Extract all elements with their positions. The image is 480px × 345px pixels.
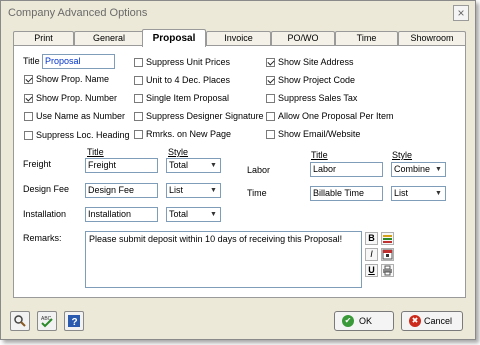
show-prop-number-label: Show Prop. Number xyxy=(36,93,118,103)
suppress-designer-signature-label: Suppress Designer Signature xyxy=(146,111,264,121)
suppress-unit-prices-label: Suppress Unit Prices xyxy=(146,57,231,67)
allow-one-proposal-checkbox[interactable] xyxy=(266,112,275,121)
time-label: Time xyxy=(247,188,267,198)
help-icon: ? xyxy=(68,315,80,328)
design-fee-style-select[interactable]: List ▼ xyxy=(166,183,221,198)
suppress-loc-heading-label: Suppress Loc. Heading xyxy=(36,130,130,140)
ok-button-label: OK xyxy=(359,316,373,326)
suppress-sales-tax-checkbox[interactable] xyxy=(266,94,275,103)
cancel-x-icon: ✖ xyxy=(409,315,421,327)
spellcheck-button[interactable]: ABC xyxy=(37,311,57,331)
chevron-down-icon: ▼ xyxy=(435,166,442,173)
calendar-icon xyxy=(382,249,393,260)
time-style-select[interactable]: List ▼ xyxy=(391,186,446,201)
italic-button[interactable]: I xyxy=(365,248,378,261)
time-title-input[interactable]: Billable Time xyxy=(310,186,383,201)
show-prop-name-label: Show Prop. Name xyxy=(36,74,110,84)
show-email-website-checkbox[interactable] xyxy=(266,130,275,139)
show-project-code-label: Show Project Code xyxy=(278,75,356,85)
labor-style-select[interactable]: Combine ▼ xyxy=(391,162,446,177)
bold-button[interactable]: B xyxy=(365,232,378,245)
installation-title-input[interactable]: Installation xyxy=(85,207,158,222)
search-button[interactable] xyxy=(10,311,30,331)
window-title: Company Advanced Options xyxy=(8,7,148,19)
installation-style-value: Total xyxy=(169,209,189,219)
cancel-button-label: Cancel xyxy=(424,316,453,326)
proposal-title-input[interactable]: Proposal xyxy=(42,54,115,69)
design-fee-label: Design Fee xyxy=(23,184,70,194)
ok-check-icon: ✔ xyxy=(342,315,354,327)
underline-button[interactable]: U xyxy=(365,264,378,277)
color-lines-button[interactable] xyxy=(381,232,394,245)
tab-invoice[interactable]: Invoice xyxy=(206,31,271,45)
show-prop-name-checkbox[interactable] xyxy=(24,75,33,84)
labor-label: Labor xyxy=(247,165,271,175)
show-email-website-label: Show Email/Website xyxy=(278,129,361,139)
tab-po-wo[interactable]: PO/WO xyxy=(271,31,335,45)
time-style-value: List xyxy=(394,188,409,198)
chevron-down-icon: ▼ xyxy=(210,162,217,169)
freight-label: Freight xyxy=(23,159,52,169)
chevron-down-icon: ▼ xyxy=(210,211,217,218)
rmrks-new-page-checkbox[interactable] xyxy=(134,130,143,139)
chevron-down-icon: ▼ xyxy=(210,187,217,194)
left-title-column-header: Title xyxy=(87,147,104,157)
right-style-column-header: Style xyxy=(392,150,413,160)
rmrks-new-page-label: Rmrks. on New Page xyxy=(146,129,232,139)
freight-style-value: Total xyxy=(169,160,189,170)
right-title-column-header: Title xyxy=(311,150,328,160)
remarks-textarea[interactable]: Please submit deposit within 10 days of … xyxy=(85,231,362,288)
chevron-down-icon: ▼ xyxy=(435,190,442,197)
installation-style-select[interactable]: Total ▼ xyxy=(166,207,221,222)
show-site-address-label: Show Site Address xyxy=(278,57,354,67)
freight-style-select[interactable]: Total ▼ xyxy=(166,158,221,173)
unit-to-4-dec-label: Unit to 4 Dec. Places xyxy=(146,75,231,85)
tab-showroom[interactable]: Showroom xyxy=(398,31,466,45)
suppress-unit-prices-checkbox[interactable] xyxy=(134,58,143,67)
dialog-window: Company Advanced Options × Print General… xyxy=(0,0,476,340)
tab-general[interactable]: General xyxy=(74,31,144,45)
single-item-proposal-label: Single Item Proposal xyxy=(146,93,230,103)
labor-title-input[interactable]: Labor xyxy=(310,162,383,177)
freight-title-input[interactable]: Freight xyxy=(85,158,158,173)
single-item-proposal-checkbox[interactable] xyxy=(134,94,143,103)
calendar-button[interactable] xyxy=(381,248,394,261)
suppress-loc-heading-checkbox[interactable] xyxy=(24,131,33,140)
show-prop-number-checkbox[interactable] xyxy=(24,94,33,103)
spellcheck-icon: ABC xyxy=(41,316,53,328)
show-site-address-checkbox[interactable] xyxy=(266,58,275,67)
unit-to-4-dec-checkbox[interactable] xyxy=(134,76,143,85)
design-fee-style-value: List xyxy=(169,185,184,195)
help-button[interactable]: ? xyxy=(64,311,84,331)
title-bar: Company Advanced Options × xyxy=(1,1,475,25)
remarks-label: Remarks: xyxy=(23,233,62,243)
allow-one-proposal-label: Allow One Proposal Per Item xyxy=(278,111,394,121)
design-fee-title-input[interactable]: Design Fee xyxy=(85,183,158,198)
tab-time[interactable]: Time xyxy=(335,31,398,45)
show-project-code-checkbox[interactable] xyxy=(266,76,275,85)
tab-proposal[interactable]: Proposal xyxy=(142,29,206,47)
cancel-button[interactable]: ✖ Cancel xyxy=(401,311,463,331)
use-name-as-number-label: Use Name as Number xyxy=(36,111,126,121)
suppress-sales-tax-label: Suppress Sales Tax xyxy=(278,93,358,103)
close-button[interactable]: × xyxy=(453,5,469,21)
printer-icon xyxy=(383,265,392,276)
tab-print[interactable]: Print xyxy=(13,31,74,45)
left-style-column-header: Style xyxy=(168,147,189,157)
print-button[interactable] xyxy=(381,264,394,277)
installation-label: Installation xyxy=(23,209,67,219)
ok-button[interactable]: ✔ OK xyxy=(334,311,394,331)
labor-style-value: Combine xyxy=(394,164,431,174)
magnifier-icon xyxy=(14,315,26,327)
suppress-designer-signature-checkbox[interactable] xyxy=(134,112,143,121)
color-lines-icon xyxy=(383,235,392,243)
use-name-as-number-checkbox[interactable] xyxy=(24,112,33,121)
svg-text:?: ? xyxy=(72,317,78,328)
title-label: Title xyxy=(23,56,40,66)
